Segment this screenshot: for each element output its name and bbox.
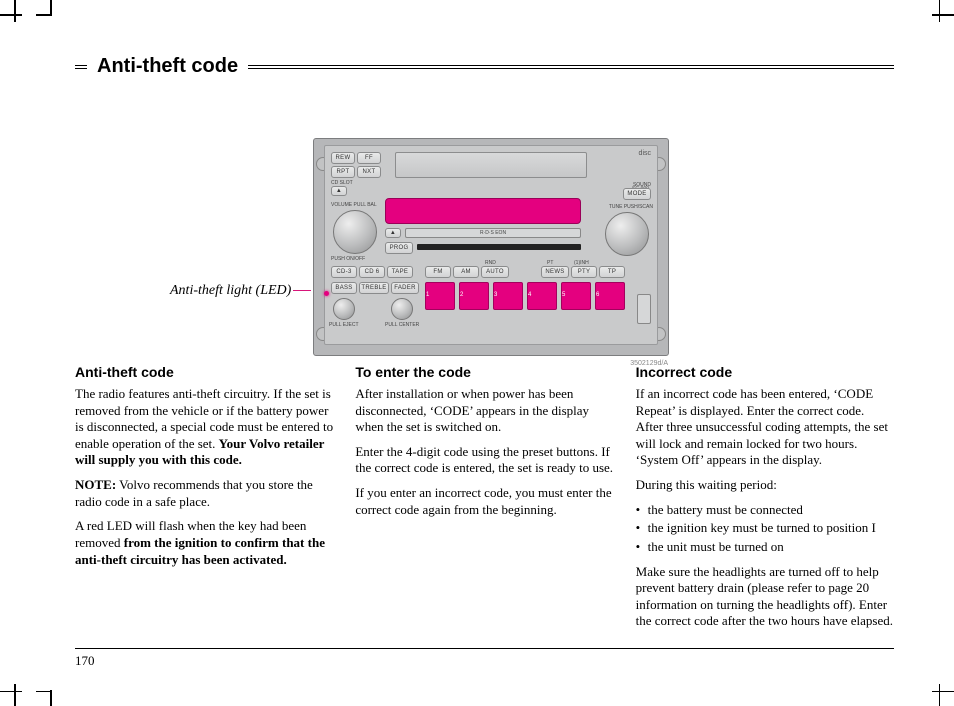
preset-1-button[interactable]: 1 [425, 282, 455, 310]
cd3-button[interactable]: CD-3 [331, 266, 357, 278]
footer-rule [75, 648, 894, 649]
page-title-row: Anti-theft code [75, 55, 894, 78]
text-columns: Anti-theft code The radio features anti-… [75, 364, 894, 638]
crop-mark [932, 14, 954, 16]
crop-mark [14, 684, 16, 706]
crop-mark [0, 14, 22, 16]
page-number: 170 [75, 653, 894, 669]
rds-panel: R·D·S EON [405, 228, 581, 238]
figure-caption: Anti-theft light (LED) [170, 283, 291, 299]
bass-button[interactable]: BASS [331, 282, 357, 294]
crop-mark [939, 0, 941, 22]
column-1: Anti-theft code The radio features anti-… [75, 364, 333, 638]
image-number: 3502129d/A [630, 360, 668, 367]
am-button[interactable]: AM [453, 266, 479, 278]
pull-eject-label: PULL EJECT [329, 322, 359, 328]
fader-button[interactable]: FADER [391, 282, 419, 294]
crop-mark [0, 691, 22, 693]
radio-faceplate: disc VOLVO 3-DISC CHANGER SC-900 REW FF … [324, 145, 658, 345]
nxt-button[interactable]: NXT [357, 166, 381, 178]
col3-p1: If an incorrect code has been entered, ‘… [636, 386, 894, 469]
col1-p1: The radio features anti-theft circuitry.… [75, 386, 333, 469]
crop-mark [50, 0, 52, 16]
col1-p2: A red LED will flash when the key had be… [75, 518, 333, 568]
volume-knob[interactable] [333, 210, 377, 254]
cd-logo-icon: disc [639, 150, 651, 157]
pty-button[interactable]: PTY [571, 266, 597, 278]
treble-button[interactable]: TREBLE [359, 282, 389, 294]
preset-label: 1 [426, 292, 429, 298]
tape-button[interactable]: TAPE [387, 266, 413, 278]
volume-label: VOLUME PULL BAL [331, 202, 377, 208]
col2-p2: Enter the 4-digit code using the preset … [355, 444, 613, 477]
anti-theft-led-icon [324, 291, 329, 296]
title-rule [75, 65, 87, 69]
col3-heading: Incorrect code [636, 364, 894, 382]
preset-2-button[interactable]: 2 [459, 282, 489, 310]
fm-button[interactable]: FM [425, 266, 451, 278]
preset-label: 6 [596, 292, 599, 298]
crop-mark [14, 0, 16, 22]
cd6-button[interactable]: CD 6 [359, 266, 385, 278]
preset-6-button[interactable]: 6 [595, 282, 625, 310]
radio-display [385, 198, 581, 224]
news-button[interactable]: NEWS [541, 266, 569, 278]
col3-p3: Make sure the headlights are turned off … [636, 564, 894, 631]
column-2: To enter the code After installation or … [355, 364, 613, 638]
side-slot [637, 294, 651, 324]
small-knob-right[interactable] [391, 298, 413, 320]
rpt-button[interactable]: RPT [331, 166, 355, 178]
col2-p1: After installation or when power has bee… [355, 386, 613, 436]
col1-note: NOTE: Volvo recommends that you store th… [75, 477, 333, 510]
tune-knob[interactable] [605, 212, 649, 256]
crop-mark [932, 691, 954, 693]
radio-unit: disc VOLVO 3-DISC CHANGER SC-900 REW FF … [313, 138, 669, 356]
list-item: the unit must be turned on [636, 539, 894, 556]
col2-p3: If you enter an incorrect code, you must… [355, 485, 613, 518]
list-item: the ignition key must be turned to posit… [636, 520, 894, 537]
title-rule [248, 65, 894, 69]
ff-button[interactable]: FF [357, 152, 381, 164]
tune-label: TUNE PUSH/SCAN [609, 204, 653, 210]
preset-4-button[interactable]: 4 [527, 282, 557, 310]
preset-label: 4 [528, 292, 531, 298]
list-item: the battery must be connected [636, 502, 894, 519]
note-label: NOTE: [75, 477, 116, 492]
col2-heading: To enter the code [355, 364, 613, 382]
preset-5-button[interactable]: 5 [561, 282, 591, 310]
mode-button[interactable]: MODE [623, 188, 651, 200]
small-knob-left[interactable] [333, 298, 355, 320]
col3-list: the battery must be connected the igniti… [636, 502, 894, 556]
column-3: Incorrect code If an incorrect code has … [636, 364, 894, 638]
tp-button[interactable]: TP [599, 266, 625, 278]
eject-button[interactable]: ▲ [331, 186, 347, 196]
figure: Anti-theft light (LED) disc VOLVO 3-DISC… [75, 98, 894, 358]
cassette-door [395, 152, 587, 178]
rew-button[interactable]: REW [331, 152, 355, 164]
eject2-button[interactable]: ▲ [385, 228, 401, 238]
auto-button[interactable]: AUTO [481, 266, 509, 278]
col3-p2: During this waiting period: [636, 477, 894, 494]
crop-mark [939, 684, 941, 706]
rds-label: R·D·S EON [480, 230, 506, 236]
preset-label: 2 [460, 292, 463, 298]
page-content: Anti-theft code Anti-theft light (LED) d… [75, 55, 894, 666]
preset-3-button[interactable]: 3 [493, 282, 523, 310]
cd-slot[interactable] [417, 244, 581, 250]
col1-heading: Anti-theft code [75, 364, 333, 382]
leader-line [293, 290, 311, 291]
preset-label: 5 [562, 292, 565, 298]
crop-mark [50, 690, 52, 706]
push-onoff-label: PUSH ON/OFF [331, 256, 365, 262]
pull-center-label: PULL CENTER [385, 322, 419, 328]
preset-label: 3 [494, 292, 497, 298]
page-title: Anti-theft code [97, 55, 238, 78]
prog-button[interactable]: PROG [385, 242, 413, 254]
